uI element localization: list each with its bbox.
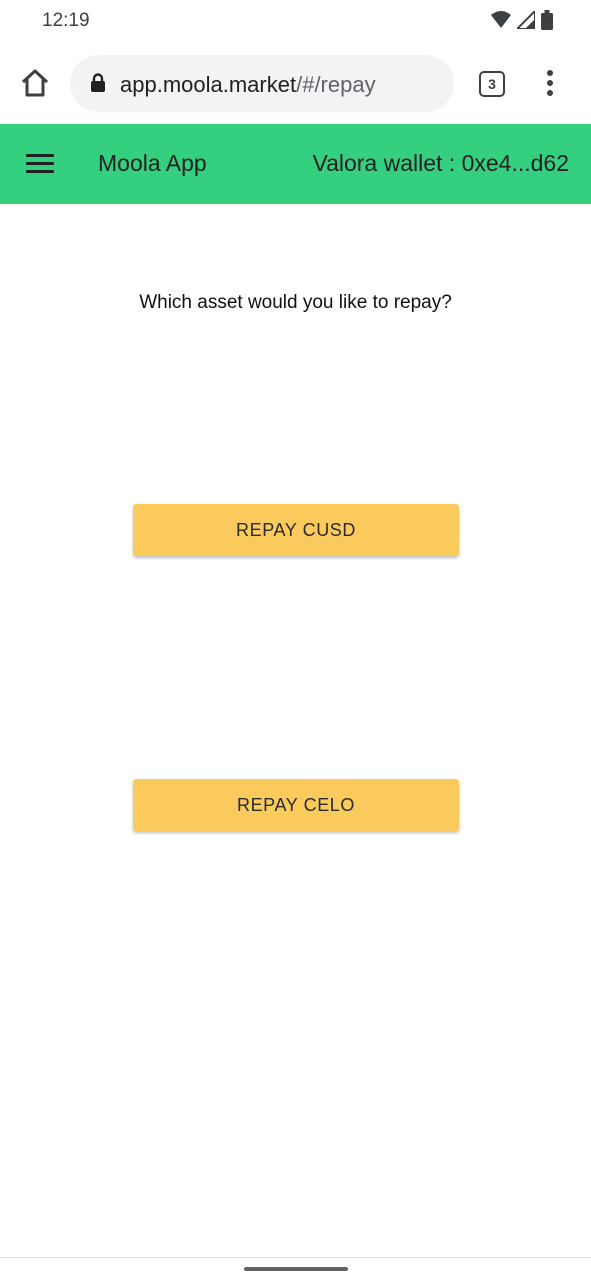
wallet-address[interactable]: Valora wallet : 0xe4...d62 [312,150,569,177]
wifi-icon [491,11,511,28]
gesture-handle[interactable] [244,1267,348,1271]
status-icons [491,10,553,30]
url-text[interactable]: app.moola.market/#/repay [120,72,376,98]
menu-icon[interactable] [26,154,54,174]
url-path: /#/repay [296,72,376,97]
browser-toolbar: app.moola.market/#/repay 3 [0,44,591,124]
repay-question: Which asset would you like to repay? [139,292,452,313]
signal-icon [517,11,535,29]
app-title: Moola App [98,150,207,176]
address-bar[interactable]: app.moola.market/#/repay [70,55,454,112]
tab-count: 3 [488,76,496,92]
status-bar: 12:19 [0,0,591,44]
lock-icon [91,73,105,92]
more-vert-icon[interactable] [544,70,556,100]
nav-divider [0,1257,591,1258]
repay-celo-button[interactable]: REPAY CELO [133,779,459,831]
battery-icon [541,10,553,30]
url-domain: app.moola.market [120,72,297,97]
tabs-icon[interactable]: 3 [479,71,505,97]
home-icon[interactable] [18,66,52,100]
status-time: 12:19 [42,10,90,31]
repay-cusd-button[interactable]: REPAY CUSD [133,504,459,556]
app-header: Moola App Valora wallet : 0xe4...d62 [0,124,591,204]
